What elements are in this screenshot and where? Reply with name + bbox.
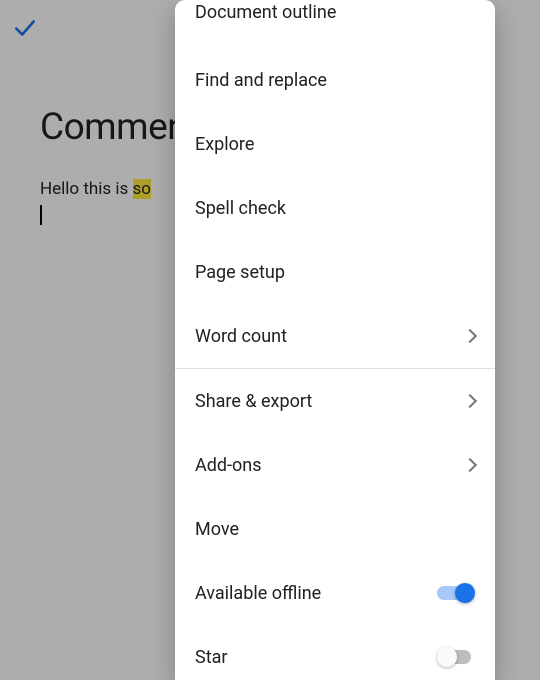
chevron-right-icon bbox=[463, 329, 477, 343]
menu-item-label: Document outline bbox=[195, 2, 336, 23]
chevron-right-icon bbox=[463, 458, 477, 472]
menu-item-label: Word count bbox=[195, 326, 287, 347]
overflow-menu: Document outline Find and replace Explor… bbox=[175, 0, 495, 680]
menu-item-label: Star bbox=[195, 647, 227, 668]
toggle-knob bbox=[437, 647, 457, 667]
menu-item-label: Page setup bbox=[195, 262, 285, 283]
menu-item-add-ons[interactable]: Add-ons bbox=[175, 433, 495, 497]
toggle-knob bbox=[455, 583, 475, 603]
menu-item-available-offline[interactable]: Available offline bbox=[175, 561, 495, 625]
menu-item-label: Find and replace bbox=[195, 70, 327, 91]
menu-item-star[interactable]: Star bbox=[175, 625, 495, 680]
offline-toggle[interactable] bbox=[437, 583, 475, 603]
menu-item-label: Explore bbox=[195, 134, 254, 155]
star-toggle[interactable] bbox=[437, 647, 475, 667]
chevron-right-icon bbox=[463, 394, 477, 408]
menu-item-move[interactable]: Move bbox=[175, 497, 495, 561]
menu-item-label: Share & export bbox=[195, 391, 312, 412]
menu-item-label: Move bbox=[195, 519, 239, 540]
menu-item-spell-check[interactable]: Spell check bbox=[175, 176, 495, 240]
menu-item-label: Spell check bbox=[195, 198, 286, 219]
menu-item-label: Available offline bbox=[195, 583, 321, 604]
menu-item-find-replace[interactable]: Find and replace bbox=[175, 48, 495, 112]
menu-item-word-count[interactable]: Word count bbox=[175, 304, 495, 368]
menu-item-document-outline[interactable]: Document outline bbox=[175, 0, 495, 48]
menu-item-page-setup[interactable]: Page setup bbox=[175, 240, 495, 304]
menu-item-share-export[interactable]: Share & export bbox=[175, 369, 495, 433]
menu-item-explore[interactable]: Explore bbox=[175, 112, 495, 176]
menu-item-label: Add-ons bbox=[195, 455, 262, 476]
